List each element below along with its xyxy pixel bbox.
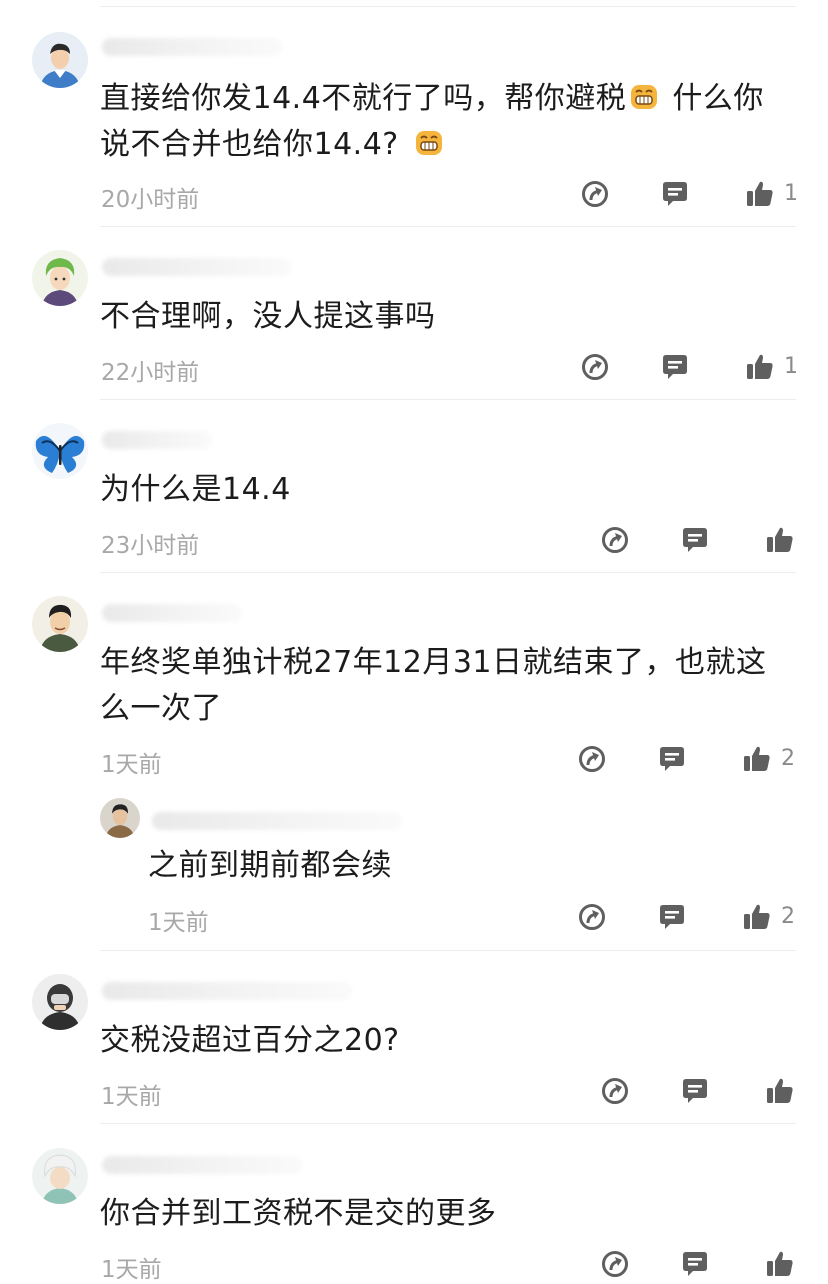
blue-butterfly-avatar-icon <box>32 423 88 479</box>
divider <box>100 1123 796 1124</box>
share-icon[interactable] <box>580 352 610 382</box>
divider <box>100 950 796 951</box>
helmet-rider-avatar-icon <box>32 974 88 1030</box>
reply-icon[interactable] <box>657 744 687 774</box>
share-icon[interactable] <box>600 525 630 555</box>
reply-icon[interactable] <box>657 902 687 932</box>
comment-time: 23小时前 <box>101 533 200 559</box>
comment-time: 1天前 <box>101 752 162 778</box>
divider <box>100 572 796 573</box>
divider <box>100 399 796 400</box>
comment-text: 不合理啊，没人提这事吗 <box>100 299 436 334</box>
green-hair-avatar-icon <box>32 250 88 306</box>
comment-time: 22小时前 <box>101 360 200 386</box>
like-icon[interactable] <box>765 1249 795 1279</box>
share-icon[interactable] <box>577 744 607 774</box>
white-hair-avatar-icon <box>32 1148 88 1204</box>
share-icon[interactable] <box>580 179 610 209</box>
reply-icon[interactable] <box>680 1076 710 1106</box>
avatar[interactable] <box>32 974 88 1030</box>
like-icon[interactable] <box>765 1076 795 1106</box>
reply-icon[interactable] <box>680 1249 710 1279</box>
man-blue-shirt-avatar-icon <box>32 32 88 88</box>
comment-time: 1天前 <box>101 1257 162 1283</box>
like-icon[interactable] <box>742 902 772 932</box>
username-redacted <box>102 38 282 56</box>
avatar[interactable] <box>32 596 88 652</box>
avatar[interactable] <box>32 32 88 88</box>
username-redacted <box>102 982 352 1000</box>
grin-emoji-icon <box>413 127 445 159</box>
comment-text: 年终奖单独计税27年12月31日就结束了，也就这么一次了 <box>100 645 767 726</box>
avatar[interactable] <box>100 798 140 838</box>
username-redacted <box>152 812 402 830</box>
reply-icon[interactable] <box>680 525 710 555</box>
man-photo-avatar-icon <box>100 798 140 838</box>
avatar[interactable] <box>32 423 88 479</box>
avatar[interactable] <box>32 250 88 306</box>
username-redacted <box>102 1156 302 1174</box>
divider <box>100 226 796 227</box>
username-redacted <box>102 604 242 622</box>
like-count: 2 <box>781 746 795 771</box>
divider <box>100 6 796 7</box>
comment-time: 20小时前 <box>101 187 200 213</box>
like-count: 1 <box>784 181 798 206</box>
comment-text: 直接给你发14.4不就行了吗，帮你避税 什么你说不合并也给你14.4? <box>100 76 790 168</box>
comment-time: 1天前 <box>101 1084 162 1110</box>
grin-emoji-icon <box>628 81 660 113</box>
like-icon[interactable] <box>745 352 775 382</box>
avatar[interactable] <box>32 1148 88 1204</box>
comment-text: 之前到期前都会续 <box>148 848 392 883</box>
like-icon[interactable] <box>745 179 775 209</box>
cartoon-man-avatar-icon <box>32 596 88 652</box>
like-icon[interactable] <box>765 525 795 555</box>
share-icon[interactable] <box>600 1076 630 1106</box>
like-count: 2 <box>781 904 795 929</box>
reply-icon[interactable] <box>660 352 690 382</box>
username-redacted <box>102 431 212 449</box>
comment-text: 你合并到工资税不是交的更多 <box>100 1196 497 1231</box>
comment-text: 交税没超过百分之20? <box>100 1023 400 1058</box>
like-count: 1 <box>784 354 798 379</box>
share-icon[interactable] <box>600 1249 630 1279</box>
comment-text-part: 直接给你发14.4不就行了吗，帮你避税 <box>100 81 627 116</box>
share-icon[interactable] <box>577 902 607 932</box>
like-icon[interactable] <box>742 744 772 774</box>
reply-icon[interactable] <box>660 179 690 209</box>
username-redacted <box>102 258 292 276</box>
comment-time: 1天前 <box>148 910 209 936</box>
comment-text: 为什么是14.4 <box>100 472 291 507</box>
